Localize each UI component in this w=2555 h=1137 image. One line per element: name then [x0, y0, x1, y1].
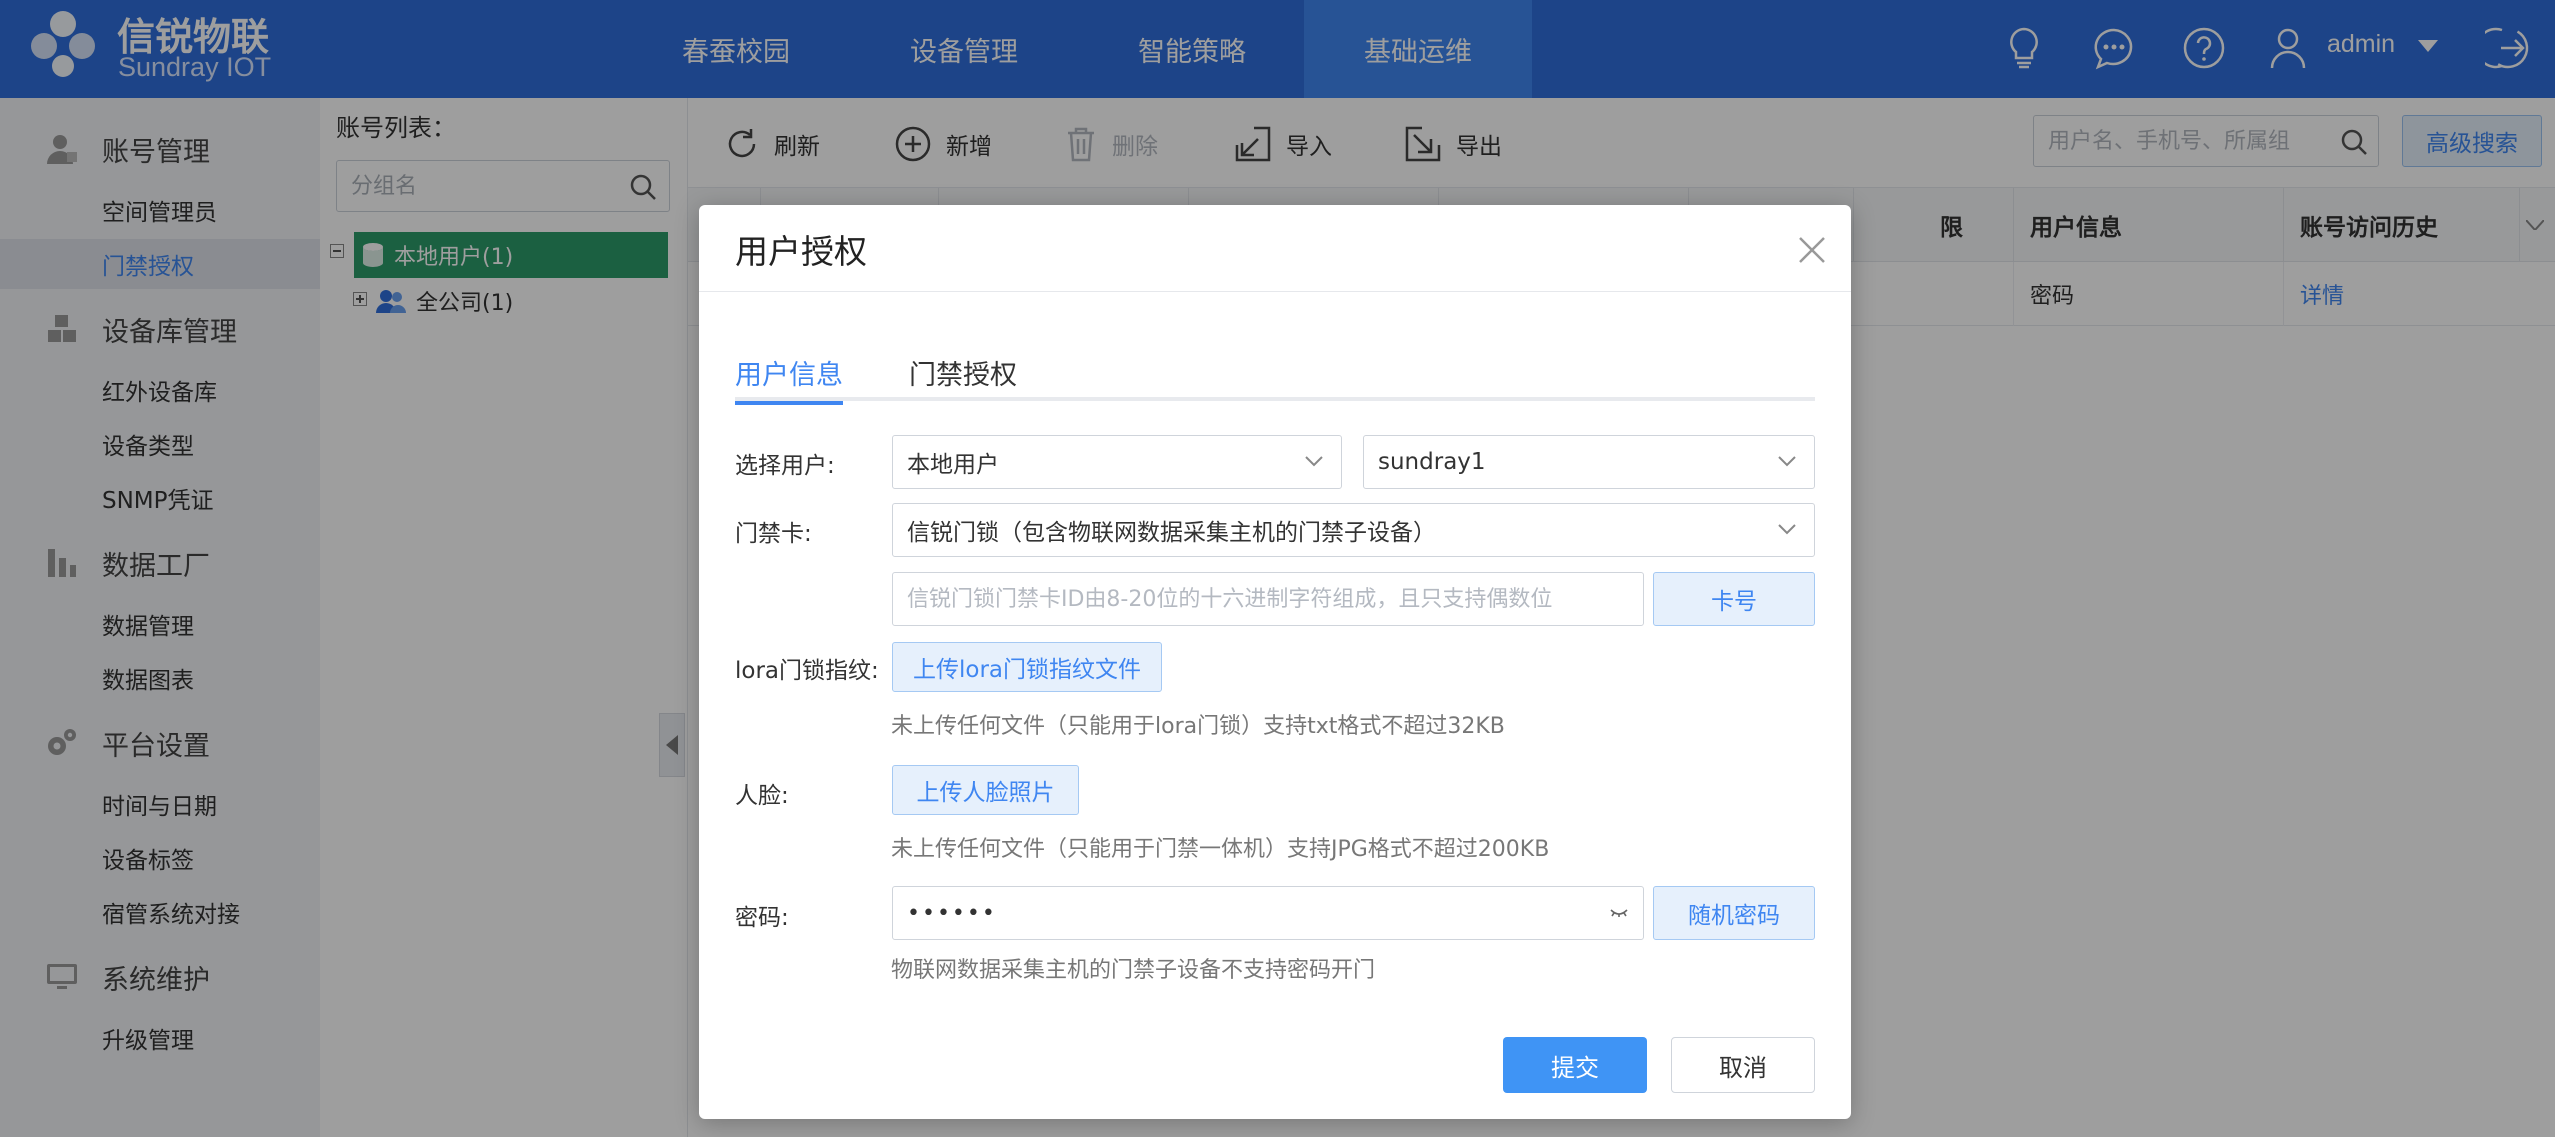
password-hint: 物联网数据采集主机的门禁子设备不支持密码开门: [891, 958, 1376, 983]
tab-access-authorization[interactable]: 门禁授权: [909, 353, 1017, 401]
lora-hint: 未上传任何文件（只能用于lora门锁）支持txt格式不超过32KB: [891, 714, 1505, 739]
upload-face-button[interactable]: 上传人脸照片: [892, 765, 1079, 815]
face-label: 人脸:: [735, 783, 789, 809]
card-type-select[interactable]: 信锐门锁（包含物联网数据采集主机的门禁子设备）: [892, 503, 1815, 557]
tab-user-info[interactable]: 用户信息: [735, 353, 843, 405]
card-number-button[interactable]: 卡号: [1653, 572, 1815, 626]
password-label: 密码:: [735, 905, 789, 931]
cancel-button[interactable]: 取消: [1671, 1037, 1815, 1093]
select-user-label: 选择用户:: [735, 453, 835, 479]
password-field[interactable]: [892, 886, 1644, 940]
user-name-select[interactable]: sundray1: [1363, 435, 1815, 489]
user-authorization-dialog: 用户授权 用户信息 门禁授权 选择用户: 本地用户 sundray1 门禁卡: …: [699, 205, 1851, 1119]
submit-button[interactable]: 提交: [1503, 1037, 1647, 1093]
divider: [699, 291, 1851, 292]
random-password-button[interactable]: 随机密码: [1653, 886, 1815, 940]
card-id-field[interactable]: [892, 572, 1644, 626]
chevron-down-icon: [1305, 456, 1323, 467]
password-input[interactable]: [893, 887, 1643, 939]
chevron-down-icon: [1778, 524, 1796, 535]
dialog-tabs: 用户信息 门禁授权: [735, 341, 1815, 405]
lora-fingerprint-label: lora门锁指纹:: [735, 658, 879, 684]
face-hint: 未上传任何文件（只能用于门禁一体机）支持JPG格式不超过200KB: [891, 837, 1550, 862]
eye-closed-icon[interactable]: [1609, 905, 1629, 921]
dialog-title: 用户授权: [735, 232, 867, 271]
user-source-select[interactable]: 本地用户: [892, 435, 1342, 489]
access-card-label: 门禁卡:: [735, 521, 812, 547]
close-icon[interactable]: [1795, 233, 1829, 267]
upload-lora-fingerprint-button[interactable]: 上传lora门锁指纹文件: [892, 642, 1162, 692]
chevron-down-icon: [1778, 456, 1796, 467]
card-id-input[interactable]: [893, 573, 1643, 625]
